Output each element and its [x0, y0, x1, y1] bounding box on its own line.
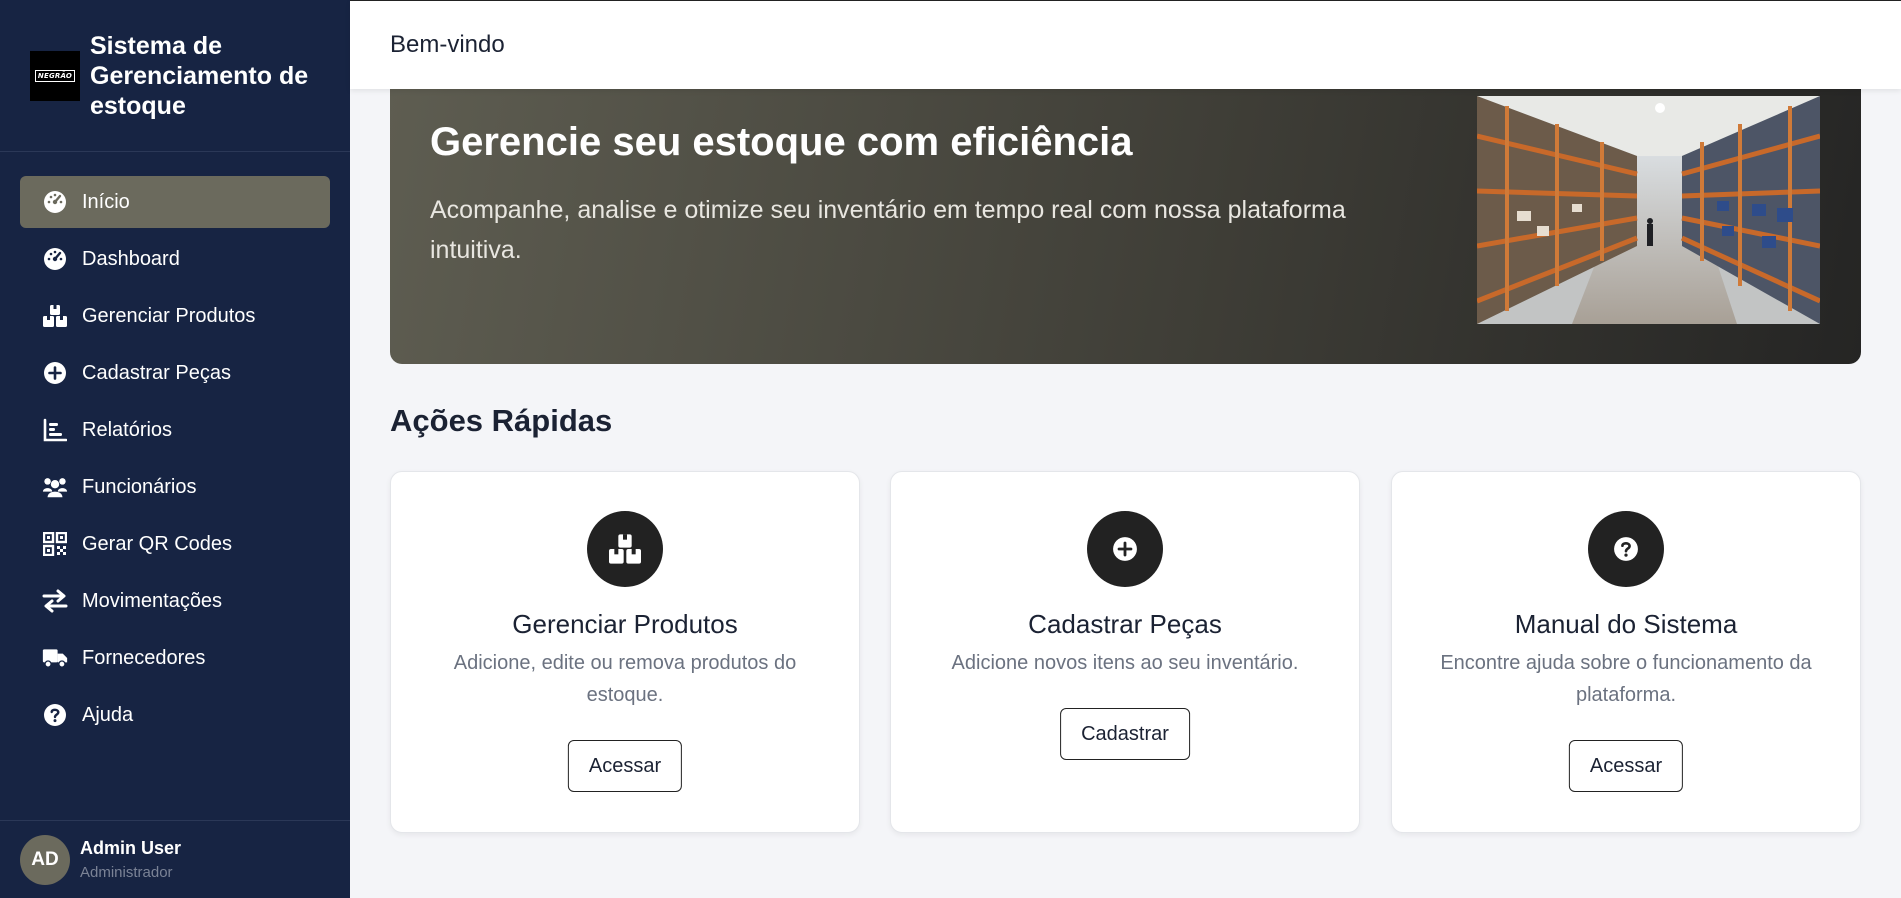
- boxes-icon: [42, 303, 68, 329]
- question-circle-icon: [1588, 511, 1664, 587]
- card-cadastrar-pecas: Cadastrar Peças Adicione novos itens ao …: [890, 471, 1360, 833]
- company-logo[interactable]: NEGRÃO: [30, 50, 80, 101]
- sidebar: NEGRÃO Sistema de Gerenciamento de estoq…: [0, 0, 350, 898]
- question-circle-icon: [42, 702, 68, 728]
- exchange-icon: [42, 588, 68, 614]
- card-description: Adicione novos itens ao seu inventário.: [951, 652, 1299, 674]
- card-manual-do-sistema: Manual do Sistema Encontre ajuda sobre o…: [1391, 471, 1861, 833]
- sidebar-item-gerenciar-produtos[interactable]: Gerenciar Produtos: [20, 290, 330, 342]
- app-title: Sistema de Gerenciamento de estoque: [90, 31, 309, 120]
- card-title: Cadastrar Peças: [1028, 609, 1222, 639]
- truck-icon: [42, 645, 68, 671]
- sidebar-item-fornecedores[interactable]: Fornecedores: [20, 632, 330, 684]
- hero-description: Acompanhe, analise e otimize seu inventá…: [430, 196, 1346, 264]
- card-title: Gerenciar Produtos: [512, 609, 738, 639]
- sidebar-item-ajuda[interactable]: Ajuda: [20, 689, 330, 741]
- gauge-icon: [42, 246, 68, 272]
- hero-title: Gerencie seu estoque com eficiência: [430, 120, 1133, 164]
- sidebar-item-funcionarios[interactable]: Funcionários: [20, 461, 330, 513]
- sidebar-item-label: Dashboard: [82, 247, 180, 270]
- brand: NEGRÃO Sistema de Gerenciamento de estoq…: [0, 0, 350, 152]
- sidebar-item-label: Ajuda: [82, 703, 134, 726]
- sidebar-item-dashboard[interactable]: Dashboard: [20, 233, 330, 285]
- quick-actions-title: Ações Rápidas: [390, 403, 613, 438]
- plus-circle-icon: [42, 360, 68, 386]
- user-name: Admin User: [80, 838, 182, 858]
- card-title: Manual do Sistema: [1514, 609, 1738, 639]
- page-title: Bem-vindo: [390, 31, 505, 58]
- sidebar-item-gerar-qr-codes[interactable]: Gerar QR Codes: [20, 518, 330, 570]
- sidebar-item-label: Cadastrar Peças: [82, 361, 231, 384]
- boxes-icon: [587, 511, 663, 587]
- sidebar-item-label: Funcionários: [82, 475, 197, 498]
- user-info: Admin User Administrador: [80, 838, 181, 881]
- acessar-produtos-button[interactable]: Acessar: [567, 740, 683, 792]
- logo-text: NEGRÃO: [34, 69, 76, 82]
- sidebar-item-relatorios[interactable]: Relatórios: [20, 404, 330, 456]
- acessar-manual-button[interactable]: Acessar: [1568, 740, 1684, 792]
- sidebar-item-label: Relatórios: [82, 418, 173, 441]
- bar-chart-icon: [42, 417, 68, 443]
- sidebar-item-label: Fornecedores: [82, 646, 206, 669]
- cadastrar-button[interactable]: Cadastrar: [1060, 708, 1190, 760]
- warehouse-image: [1477, 96, 1820, 324]
- top-header: Bem-vindo: [350, 0, 1901, 89]
- sidebar-nav: Início Dashboard Gerenciar Produtos Cada…: [0, 152, 350, 741]
- sidebar-item-label: Gerar QR Codes: [82, 532, 233, 555]
- user-profile[interactable]: AD Admin User Administrador: [0, 820, 350, 898]
- hero-banner: Gerencie seu estoque com eficiência Acom…: [390, 70, 1861, 364]
- sidebar-item-inicio[interactable]: Início: [20, 176, 330, 228]
- plus-circle-icon: [1087, 511, 1163, 587]
- users-icon: [42, 474, 68, 500]
- sidebar-item-label: Gerenciar Produtos: [82, 304, 256, 327]
- user-role: Administrador: [80, 864, 173, 881]
- gauge-icon: [42, 189, 68, 215]
- sidebar-item-label: Início: [82, 190, 130, 213]
- card-description: Adicione, edite ou remova produtos do es…: [453, 652, 797, 706]
- card-description: Encontre ajuda sobre o funcionamento da …: [1440, 652, 1812, 706]
- sidebar-item-movimentacoes[interactable]: Movimentações: [20, 575, 330, 627]
- card-gerenciar-produtos: Gerenciar Produtos Adicione, edite ou re…: [390, 471, 860, 833]
- sidebar-item-cadastrar-pecas[interactable]: Cadastrar Peças: [20, 347, 330, 399]
- avatar: AD: [20, 834, 70, 885]
- sidebar-item-label: Movimentações: [82, 589, 223, 612]
- qrcode-icon: [42, 531, 68, 557]
